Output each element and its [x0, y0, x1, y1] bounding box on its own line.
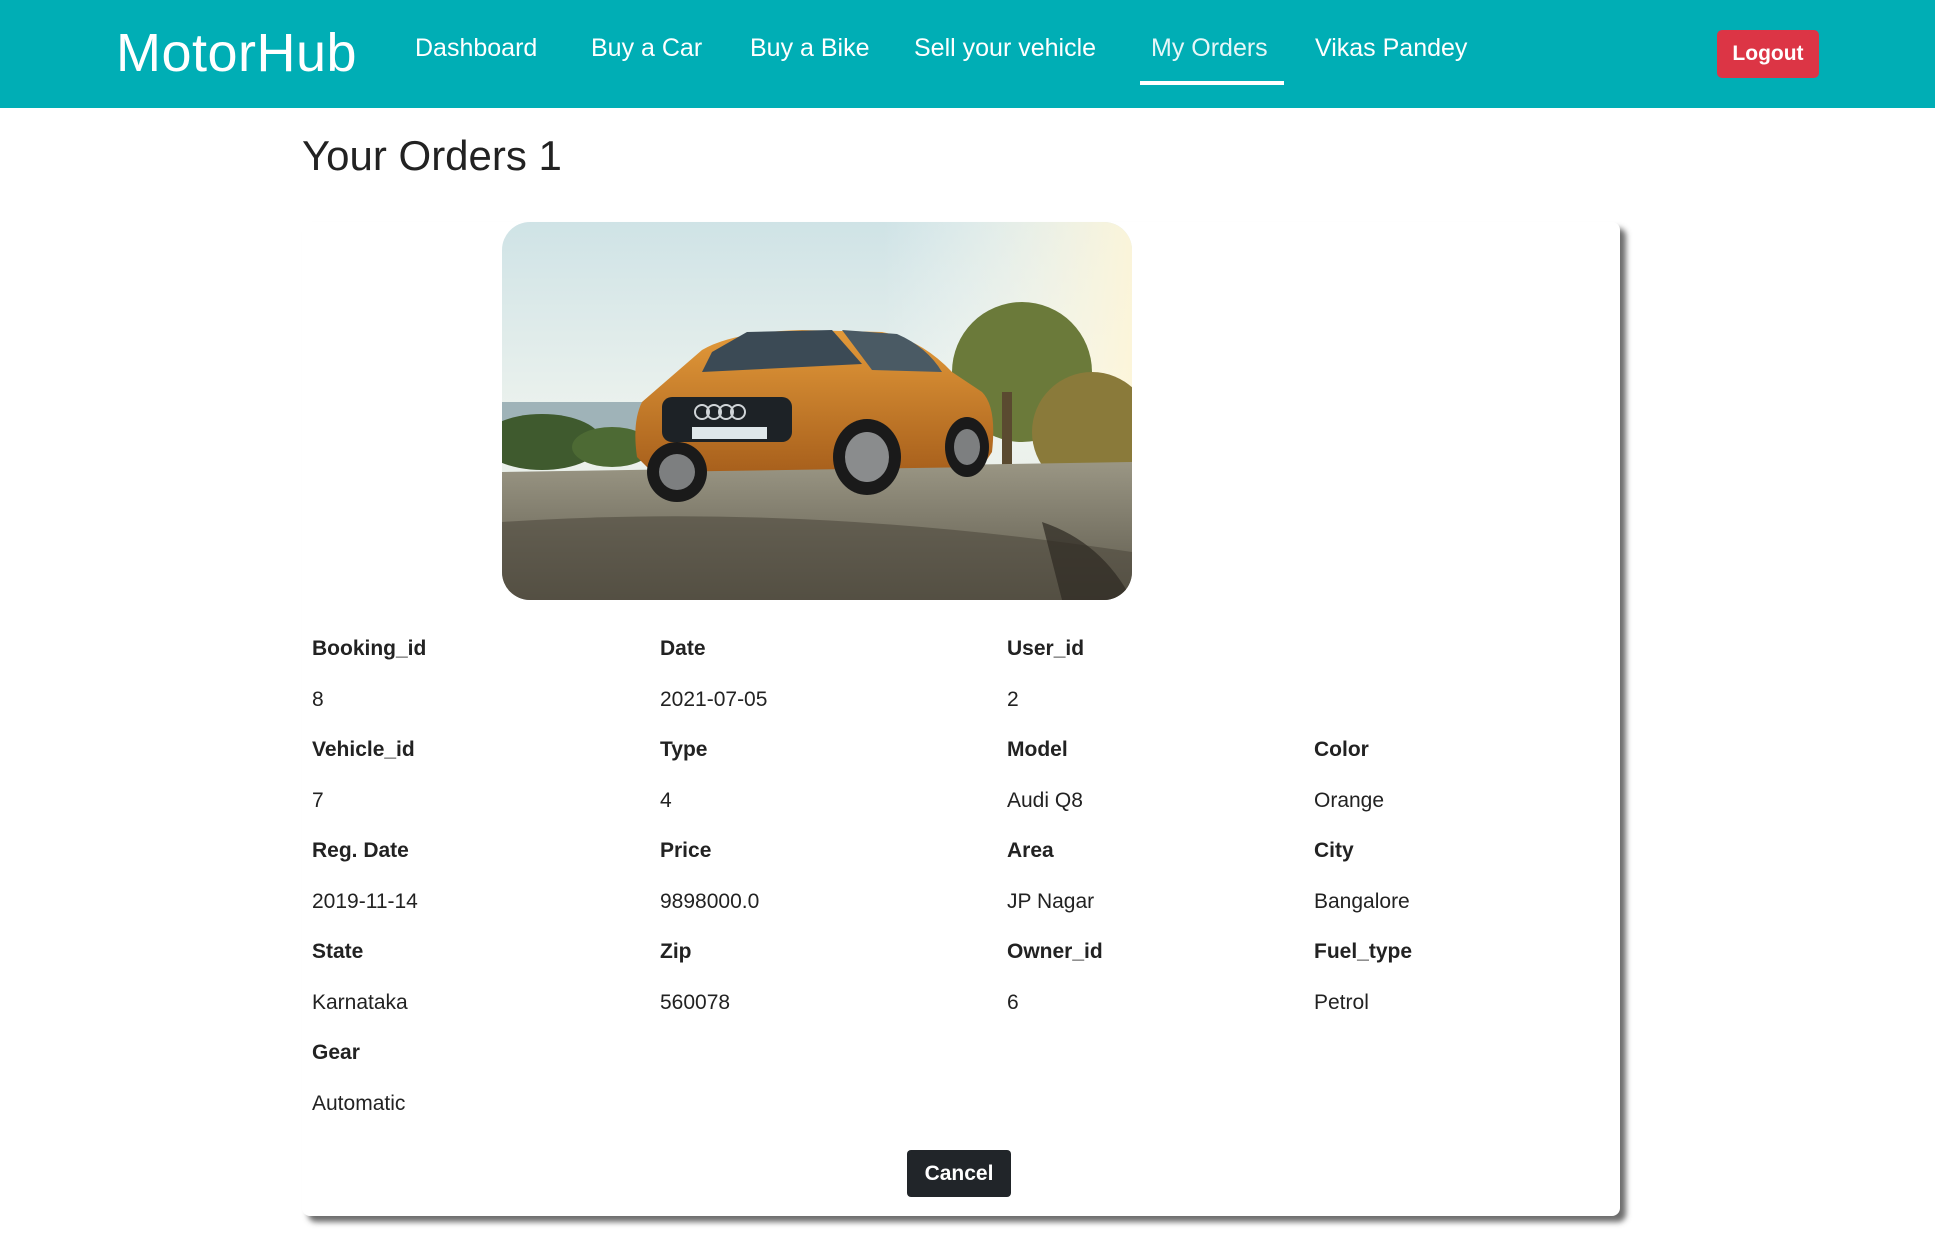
booking-id-value: 8 [312, 688, 324, 711]
vehicle-id-label: Vehicle_id [312, 738, 415, 761]
nav-sell-vehicle[interactable]: Sell your vehicle [914, 34, 1096, 74]
user-id-value: 2 [1007, 688, 1019, 711]
price-value: 9898000.0 [660, 890, 760, 913]
vehicle-image [502, 222, 1132, 600]
zip-value: 560078 [660, 991, 731, 1014]
owner-id-value: 6 [1007, 991, 1019, 1014]
owner-id-label: Owner_id [1007, 940, 1103, 963]
page-title: Your Orders 1 [302, 132, 562, 179]
user-id-label: User_id [1007, 637, 1085, 660]
state-label: State [312, 940, 364, 963]
model-value: Audi Q8 [1007, 789, 1083, 812]
gear-label: Gear [312, 1041, 360, 1064]
nav-my-orders[interactable]: My Orders [1151, 34, 1268, 74]
nav-buy-car[interactable]: Buy a Car [591, 34, 702, 74]
cancel-order-button[interactable]: Cancel [907, 1150, 1011, 1197]
area-value: JP Nagar [1007, 890, 1095, 913]
fuel-type-value: Petrol [1314, 991, 1369, 1014]
logout-button[interactable]: Logout [1717, 30, 1819, 78]
gear-value: Automatic [312, 1092, 406, 1115]
state-value: Karnataka [312, 991, 408, 1014]
date-value: 2021-07-05 [660, 688, 768, 711]
price-label: Price [660, 839, 712, 862]
active-tab-indicator [1140, 81, 1284, 85]
type-label: Type [660, 738, 708, 761]
fuel-type-label: Fuel_type [1314, 940, 1413, 963]
color-label: Color [1314, 738, 1369, 761]
area-label: Area [1007, 839, 1054, 862]
vehicle-id-value: 7 [312, 789, 324, 812]
booking-id-label: Booking_id [312, 637, 427, 660]
model-label: Model [1007, 738, 1068, 761]
nav-dashboard[interactable]: Dashboard [415, 34, 537, 74]
type-value: 4 [660, 789, 672, 812]
nav-buy-bike[interactable]: Buy a Bike [750, 34, 870, 74]
brand-logo[interactable]: MotorHub [116, 22, 357, 84]
reg-date-label: Reg. Date [312, 839, 409, 862]
top-navbar: MotorHub Dashboard Buy a Car Buy a Bike … [0, 0, 1935, 108]
city-label: City [1314, 839, 1354, 862]
nav-user-profile[interactable]: Vikas Pandey [1315, 34, 1467, 74]
zip-label: Zip [660, 940, 692, 963]
color-value: Orange [1314, 789, 1385, 812]
city-value: Bangalore [1314, 890, 1410, 913]
reg-date-value: 2019-11-14 [312, 890, 418, 913]
date-label: Date [660, 637, 706, 660]
